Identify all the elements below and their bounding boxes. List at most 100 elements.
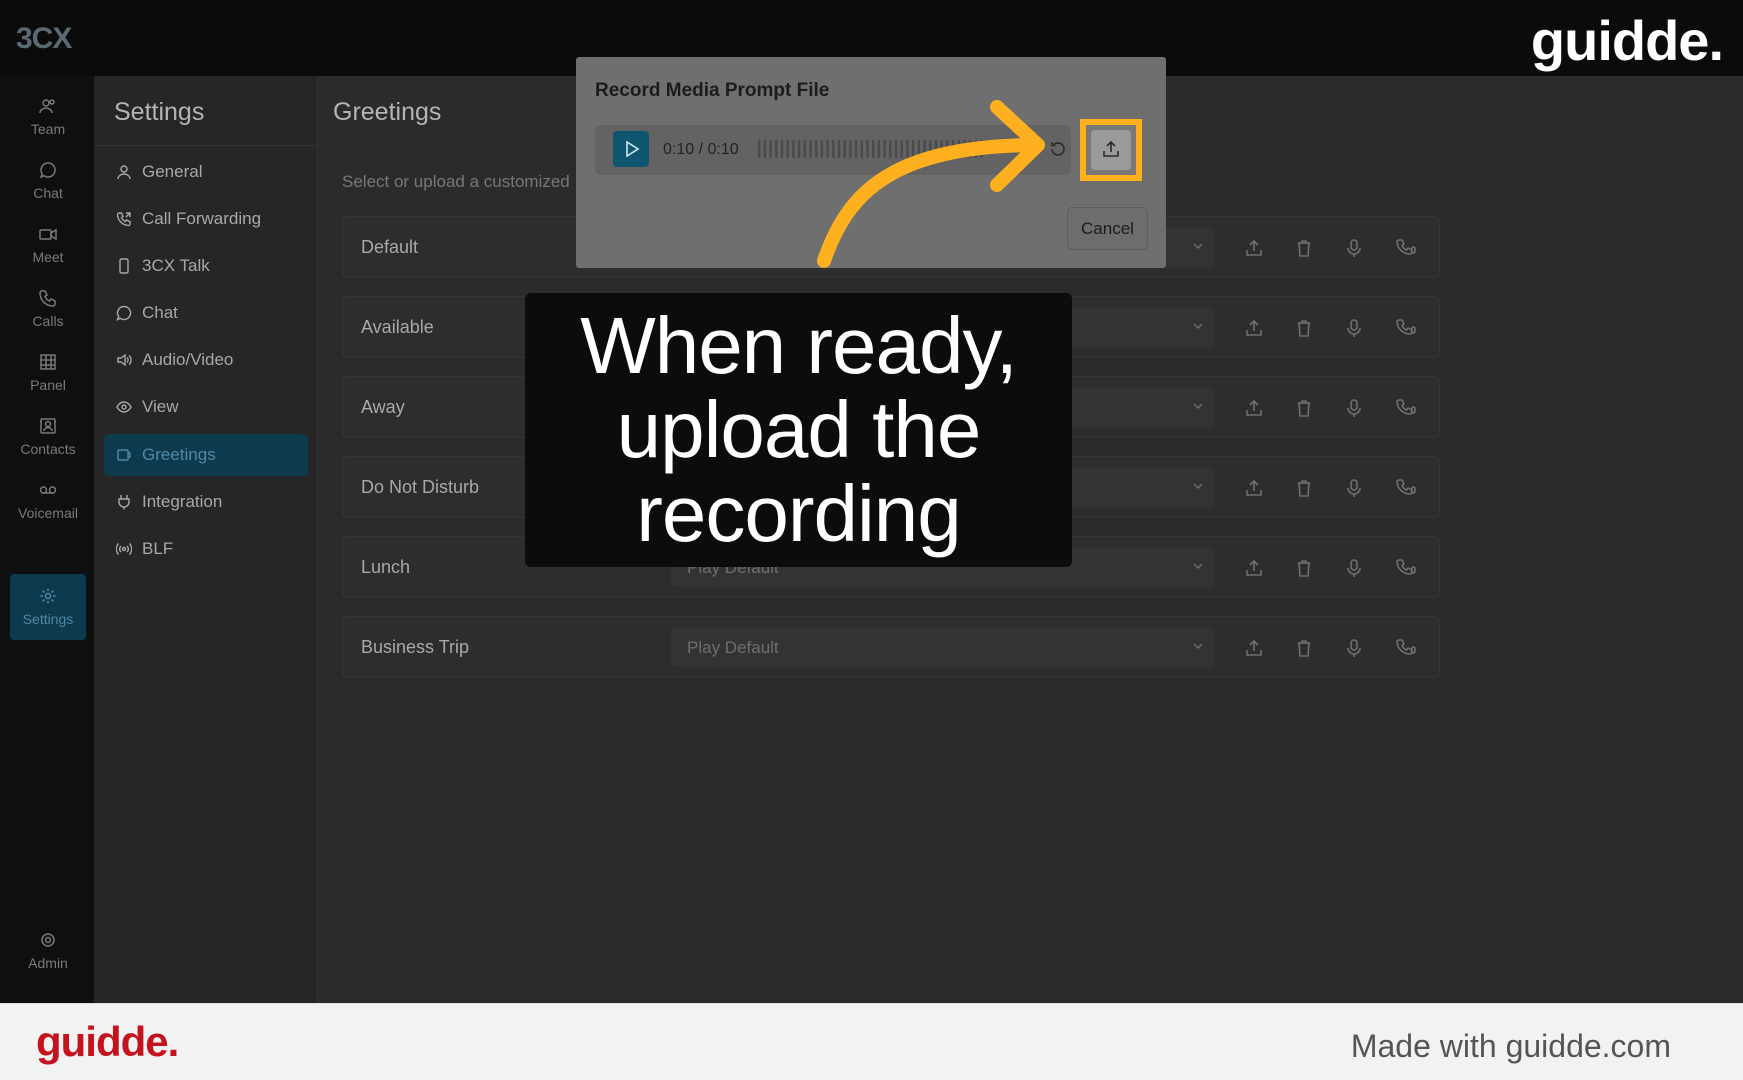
sidebar-item-general[interactable]: General bbox=[104, 151, 308, 193]
user-icon bbox=[117, 165, 131, 180]
phone-mic-icon[interactable] bbox=[1396, 557, 1418, 579]
upload-icon[interactable] bbox=[1243, 237, 1265, 259]
sidebar-item-integration[interactable]: Integration bbox=[104, 481, 308, 523]
sidebar-item-view[interactable]: View bbox=[104, 386, 308, 428]
playback-time: 0:10 / 0:10 bbox=[663, 141, 739, 158]
chevron-down-icon bbox=[1193, 243, 1203, 250]
sidebar-item-chat[interactable]: Chat bbox=[104, 292, 308, 334]
video-icon bbox=[39, 228, 57, 241]
sidebar-item-label: General bbox=[142, 162, 203, 181]
admin-gear-icon bbox=[41, 933, 55, 947]
sidebar-item-blf[interactable]: BLF bbox=[104, 528, 308, 570]
trash-icon[interactable] bbox=[1293, 397, 1315, 419]
call-forward-icon bbox=[116, 212, 131, 227]
app-rail: Team Chat Meet Calls Panel Contacts Voic… bbox=[0, 76, 94, 1003]
rail-item-meet[interactable]: Meet bbox=[10, 212, 86, 278]
guidde-watermark: guidde. bbox=[1530, 9, 1724, 72]
rail-label: Contacts bbox=[20, 441, 76, 457]
rail-label: Voicemail bbox=[18, 505, 78, 521]
rail-item-team[interactable]: Team bbox=[10, 84, 86, 150]
phone-mic-icon[interactable] bbox=[1396, 317, 1418, 339]
play-button[interactable] bbox=[613, 131, 649, 167]
waveform-bar bbox=[769, 140, 772, 158]
mic-icon[interactable] bbox=[1343, 237, 1365, 259]
upload-icon[interactable] bbox=[1243, 557, 1265, 579]
rail-item-voicemail[interactable]: Voicemail bbox=[10, 468, 86, 534]
greeting-label: Lunch bbox=[361, 557, 411, 577]
phone-mic-icon[interactable] bbox=[1396, 637, 1418, 659]
upload-icon[interactable] bbox=[1243, 637, 1265, 659]
sidebar-item-label: Call Forwarding bbox=[142, 209, 262, 228]
rail-label: Meet bbox=[32, 249, 64, 265]
chevron-down-icon bbox=[1193, 483, 1203, 490]
cancel-button[interactable]: Cancel bbox=[1067, 207, 1148, 250]
mic-icon[interactable] bbox=[1343, 477, 1365, 499]
greeting-label: Default bbox=[361, 237, 419, 257]
instruction-callout: When ready, upload the recording bbox=[525, 293, 1072, 567]
mobile-icon bbox=[119, 258, 129, 274]
made-with-text: Made with guidde.com bbox=[1350, 1028, 1671, 1064]
rail-item-chat[interactable]: Chat bbox=[10, 148, 86, 214]
sidebar-item-3cx-talk[interactable]: 3CX Talk bbox=[104, 245, 308, 287]
contacts-icon bbox=[40, 418, 56, 434]
rail-label: Admin bbox=[28, 955, 68, 971]
voicemail-icon bbox=[39, 486, 57, 494]
page-title: Greetings bbox=[333, 98, 442, 126]
trash-icon[interactable] bbox=[1293, 317, 1315, 339]
rail-item-panel[interactable]: Panel bbox=[10, 340, 86, 406]
chat-icon bbox=[116, 305, 132, 321]
sidebar-item-greetings[interactable]: Greetings bbox=[104, 434, 308, 476]
chat-icon bbox=[39, 162, 56, 179]
divider bbox=[94, 145, 318, 146]
chevron-down-icon bbox=[1193, 563, 1203, 570]
mic-icon[interactable] bbox=[1343, 397, 1365, 419]
mic-icon[interactable] bbox=[1343, 557, 1365, 579]
upload-icon[interactable] bbox=[1243, 477, 1265, 499]
sidebar-title: Settings bbox=[114, 98, 205, 126]
guidde-logo: guidde. bbox=[36, 1018, 179, 1065]
plug-icon bbox=[118, 495, 130, 510]
upload-icon[interactable] bbox=[1243, 317, 1265, 339]
waveform-bar bbox=[758, 140, 761, 158]
callout-text: When ready, upload the recording bbox=[580, 301, 1018, 558]
greeting-select-value: Play Default bbox=[687, 638, 779, 657]
rail-item-settings[interactable]: Settings bbox=[10, 574, 86, 640]
rail-label: Settings bbox=[22, 611, 74, 627]
rail-label: Team bbox=[30, 121, 66, 137]
sidebar-item-label: Greetings bbox=[142, 445, 216, 464]
arrow-annotation bbox=[817, 100, 1045, 268]
phone-icon bbox=[39, 290, 56, 307]
phone-mic-icon[interactable] bbox=[1396, 477, 1418, 499]
footer-bar: guidde. Made with guidde.com bbox=[0, 1003, 1743, 1080]
speaker-icon bbox=[117, 353, 132, 367]
chevron-down-icon bbox=[1193, 323, 1203, 330]
grid-icon bbox=[40, 354, 56, 370]
sidebar-item-label: Chat bbox=[142, 303, 178, 322]
chevron-down-icon bbox=[1193, 403, 1203, 410]
sidebar-item-audio-video[interactable]: Audio/Video bbox=[104, 339, 308, 381]
rail-item-calls[interactable]: Calls bbox=[10, 276, 86, 342]
upload-icon bbox=[1103, 140, 1119, 157]
page-subtitle: Select or upload a customized bbox=[342, 172, 570, 191]
rail-item-admin[interactable]: Admin bbox=[10, 918, 86, 984]
sidebar-item-call-forwarding[interactable]: Call Forwarding bbox=[104, 198, 308, 240]
eye-icon bbox=[116, 401, 132, 413]
phone-mic-icon[interactable] bbox=[1396, 397, 1418, 419]
sidebar-item-label: BLF bbox=[142, 539, 174, 558]
mic-icon[interactable] bbox=[1343, 317, 1365, 339]
trash-icon[interactable] bbox=[1293, 637, 1315, 659]
upload-button[interactable] bbox=[1091, 130, 1131, 170]
phone-mic-icon[interactable] bbox=[1396, 237, 1418, 259]
trash-icon[interactable] bbox=[1293, 477, 1315, 499]
greeting-row: Business Trip Play Default bbox=[342, 616, 1440, 678]
waveform-bar bbox=[780, 140, 784, 158]
rail-item-contacts[interactable]: Contacts bbox=[10, 404, 86, 470]
upload-icon[interactable] bbox=[1243, 397, 1265, 419]
trash-icon[interactable] bbox=[1293, 237, 1315, 259]
rail-label: Chat bbox=[33, 185, 63, 201]
waveform-bar bbox=[792, 140, 795, 158]
greeting-label: Do Not Disturb bbox=[361, 477, 480, 497]
mic-icon[interactable] bbox=[1343, 637, 1365, 659]
trash-icon[interactable] bbox=[1293, 557, 1315, 579]
greeting-select[interactable]: Play Default bbox=[671, 627, 1215, 667]
